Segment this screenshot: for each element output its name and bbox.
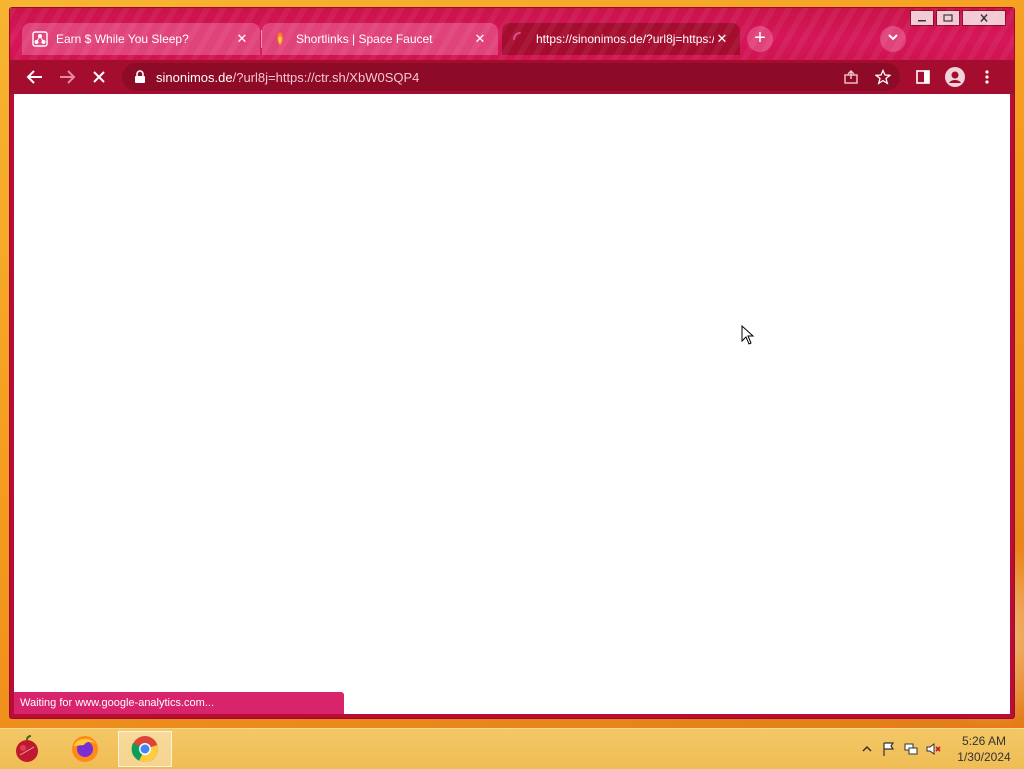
back-arrow-icon (26, 70, 42, 84)
network-icon[interactable] (900, 738, 922, 760)
chevron-up-icon (862, 745, 872, 752)
url-host: sinonimos.de (156, 69, 233, 85)
tab-space-faucet[interactable]: Shortlinks | Space Faucet ✕ (262, 23, 498, 55)
lock-icon[interactable] (134, 70, 146, 84)
window-controls (908, 10, 1006, 26)
bookmark-button[interactable] (872, 66, 894, 88)
mouse-cursor-icon (741, 324, 755, 350)
menu-button[interactable] (976, 66, 998, 88)
firefox-icon (72, 736, 98, 762)
page-content[interactable]: Waiting for www.google-analytics.com... (14, 94, 1010, 714)
clock-date: 1/30/2024 (957, 750, 1011, 764)
address-bar[interactable]: sinonimos.de/?url8j=https://ctr.sh/XbW0S… (122, 63, 900, 91)
forward-arrow-icon (60, 70, 76, 84)
status-bubble: Waiting for www.google-analytics.com... (14, 692, 344, 714)
minimize-icon (918, 20, 926, 22)
browser-toolbar: sinonimos.de/?url8j=https://ctr.sh/XbW0S… (10, 60, 1014, 94)
stop-loading-button[interactable] (88, 66, 110, 88)
taskbar: 5:26 AM 1/30/2024 (0, 728, 1024, 769)
browser-window: Earn $ While You Sleep? ✕ Shortlinks | S… (10, 8, 1014, 718)
minimize-button[interactable] (910, 10, 934, 26)
tab-close-button[interactable]: ✕ (234, 31, 250, 47)
tab-title: Earn $ While You Sleep? (56, 32, 189, 46)
system-tray: 5:26 AM 1/30/2024 (856, 729, 1024, 769)
space-faucet-favicon-icon (272, 31, 288, 47)
url-text[interactable]: sinonimos.de/?url8j=https://ctr.sh/XbW0S… (156, 70, 419, 85)
share-icon (844, 70, 858, 84)
start-button[interactable] (0, 731, 54, 767)
system-clock[interactable]: 5:26 AM 1/30/2024 (944, 733, 1024, 765)
tab-sinonimos-active[interactable]: https://sinonimos.de/?url8j=https://ctr.… (502, 23, 740, 55)
new-tab-button[interactable]: + (747, 26, 773, 52)
url-path: /?url8j=https://ctr.sh/XbW0SQP4 (232, 69, 420, 85)
apple-icon (16, 735, 38, 762)
taskbar-firefox[interactable] (58, 731, 112, 767)
clock-time: 5:26 AM (961, 734, 1007, 748)
tab-search-button[interactable] (880, 26, 906, 52)
tab-earn[interactable]: Earn $ While You Sleep? ✕ (22, 23, 260, 55)
volume-muted-icon[interactable] (922, 738, 944, 760)
back-button[interactable] (24, 66, 46, 88)
tab-close-button[interactable]: ✕ (472, 31, 488, 47)
share-button[interactable] (840, 66, 862, 88)
side-panel-icon (916, 70, 930, 84)
close-window-button[interactable] (962, 10, 1006, 26)
taskbar-chrome[interactable] (118, 731, 172, 767)
chevron-down-icon (887, 30, 899, 48)
tab-close-button[interactable]: ✕ (714, 31, 730, 47)
loading-spinner-icon (512, 31, 528, 47)
action-center-flag-icon[interactable] (878, 738, 900, 760)
show-hidden-icons-button[interactable] (856, 738, 878, 760)
maximize-button[interactable] (936, 10, 960, 26)
star-icon (875, 69, 891, 85)
restore-icon (943, 14, 953, 22)
side-panel-button[interactable] (912, 66, 934, 88)
forward-button[interactable] (56, 66, 78, 88)
chrome-icon (131, 736, 158, 763)
tab-title: Shortlinks | Space Faucet (296, 32, 433, 46)
close-icon (980, 14, 988, 22)
network-favicon-icon (32, 31, 48, 47)
kebab-menu-icon (985, 70, 989, 84)
tab-strip: Earn $ While You Sleep? ✕ Shortlinks | S… (10, 8, 1014, 60)
profile-button[interactable] (944, 66, 966, 88)
tab-title: https://sinonimos.de/?url8j=https://ctr.… (536, 32, 714, 46)
stop-x-icon (93, 71, 105, 83)
avatar-icon (945, 67, 965, 87)
